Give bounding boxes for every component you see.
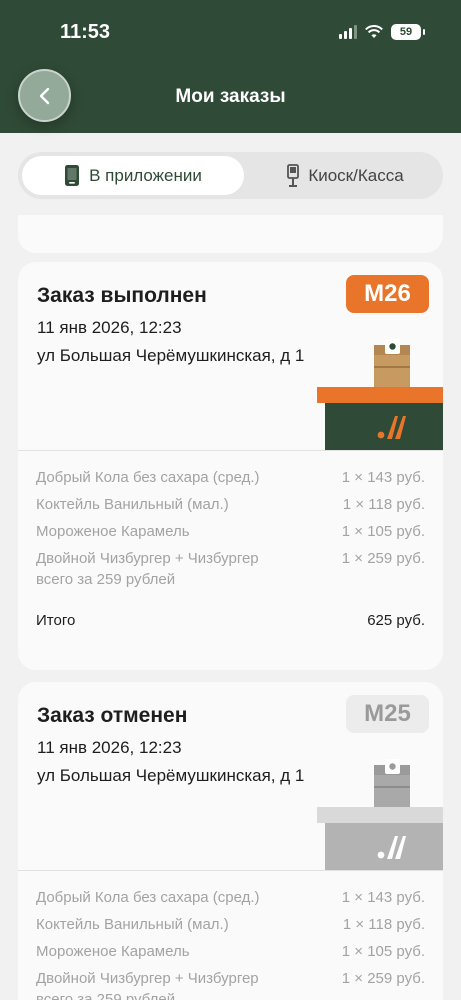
order-items: Добрый Кола без сахара (сред.) 1 × 143 р… (36, 467, 425, 596)
order-date: 11 янв 2026, 12:23 (37, 318, 182, 337)
phone-icon (65, 165, 80, 186)
page-title: Мои заказы (175, 86, 286, 107)
order-status: Заказ выполнен (37, 284, 207, 307)
list-item: Двойной Чизбургер + Чизбургер всего за 2… (36, 548, 425, 590)
item-name: Мороженое Карамель (36, 943, 190, 960)
item-name: Мороженое Карамель (36, 523, 190, 540)
order-source-switch: В приложении Киоск/Касса (18, 152, 443, 199)
item-name: Добрый Кола без сахара (сред.) (36, 889, 260, 906)
kiosk-icon (287, 163, 300, 187)
order-card[interactable]: Заказ выполнен M26 11 янв 2026, 12:23 ул… (18, 262, 443, 670)
previous-order-card[interactable] (18, 215, 443, 253)
item-price: 1 × 143 руб. (341, 889, 425, 906)
list-item: Двойной Чизбургер + Чизбургер всего за 2… (36, 968, 425, 1000)
list-item: Коктейль Ванильный (мал.) 1 × 118 руб. (36, 494, 425, 515)
total-label: Итого (36, 612, 76, 629)
list-item: Мороженое Карамель 1 × 105 руб. (36, 521, 425, 542)
order-number-badge: M26 (346, 275, 429, 313)
total-value: 625 руб. (367, 612, 425, 629)
divider (18, 450, 443, 451)
item-price: 1 × 259 руб. (341, 550, 425, 567)
list-item: Коктейль Ванильный (мал.) 1 × 118 руб. (36, 914, 425, 935)
order-number-badge: M25 (346, 695, 429, 733)
app-header: 11:53 59 Мои заказы (0, 0, 461, 133)
tab-kiosk-label: Киоск/Касса (308, 165, 404, 185)
list-item: Добрый Кола без сахара (сред.) 1 × 143 р… (36, 887, 425, 908)
order-address: ул Большая Черёмушкинская, д 1 (37, 766, 305, 785)
item-price: 1 × 105 руб. (341, 943, 425, 960)
status-icons: 59 (339, 24, 425, 40)
item-price: 1 × 143 руб. (341, 469, 425, 486)
item-name: Двойной Чизбургер + Чизбургер всего за 2… (36, 970, 259, 1000)
pickup-counter-illustration (317, 339, 443, 450)
item-name: Двойной Чизбургер + Чизбургер всего за 2… (36, 550, 259, 588)
pickup-counter-illustration (317, 759, 443, 870)
tab-in-app-label: В приложении (89, 165, 202, 185)
item-price: 1 × 259 руб. (341, 970, 425, 987)
order-status: Заказ отменен (37, 704, 188, 727)
item-name: Добрый Кола без сахара (сред.) (36, 469, 260, 486)
order-date: 11 янв 2026, 12:23 (37, 738, 182, 757)
item-name: Коктейль Ванильный (мал.) (36, 916, 229, 933)
tab-kiosk[interactable]: Киоск/Касса (252, 156, 439, 195)
order-total: Итого 625 руб. (36, 612, 425, 629)
item-price: 1 × 105 руб. (341, 523, 425, 540)
order-card[interactable]: Заказ отменен M25 11 янв 2026, 12:23 ул … (18, 682, 443, 1000)
wifi-icon (365, 25, 383, 38)
list-item: Добрый Кола без сахара (сред.) 1 × 143 р… (36, 467, 425, 488)
order-items: Добрый Кола без сахара (сред.) 1 × 143 р… (36, 887, 425, 1000)
item-price: 1 × 118 руб. (342, 916, 425, 933)
item-price: 1 × 118 руб. (342, 496, 425, 513)
item-name: Коктейль Ванильный (мал.) (36, 496, 229, 513)
list-item: Мороженое Карамель 1 × 105 руб. (36, 941, 425, 962)
status-bar: 11:53 59 (0, 0, 461, 60)
divider (18, 870, 443, 871)
order-address: ул Большая Черёмушкинская, д 1 (37, 346, 305, 365)
battery-icon: 59 (391, 24, 425, 40)
tab-in-app[interactable]: В приложении (22, 156, 244, 195)
status-time: 11:53 (60, 21, 111, 43)
cellular-signal-icon (339, 25, 357, 39)
